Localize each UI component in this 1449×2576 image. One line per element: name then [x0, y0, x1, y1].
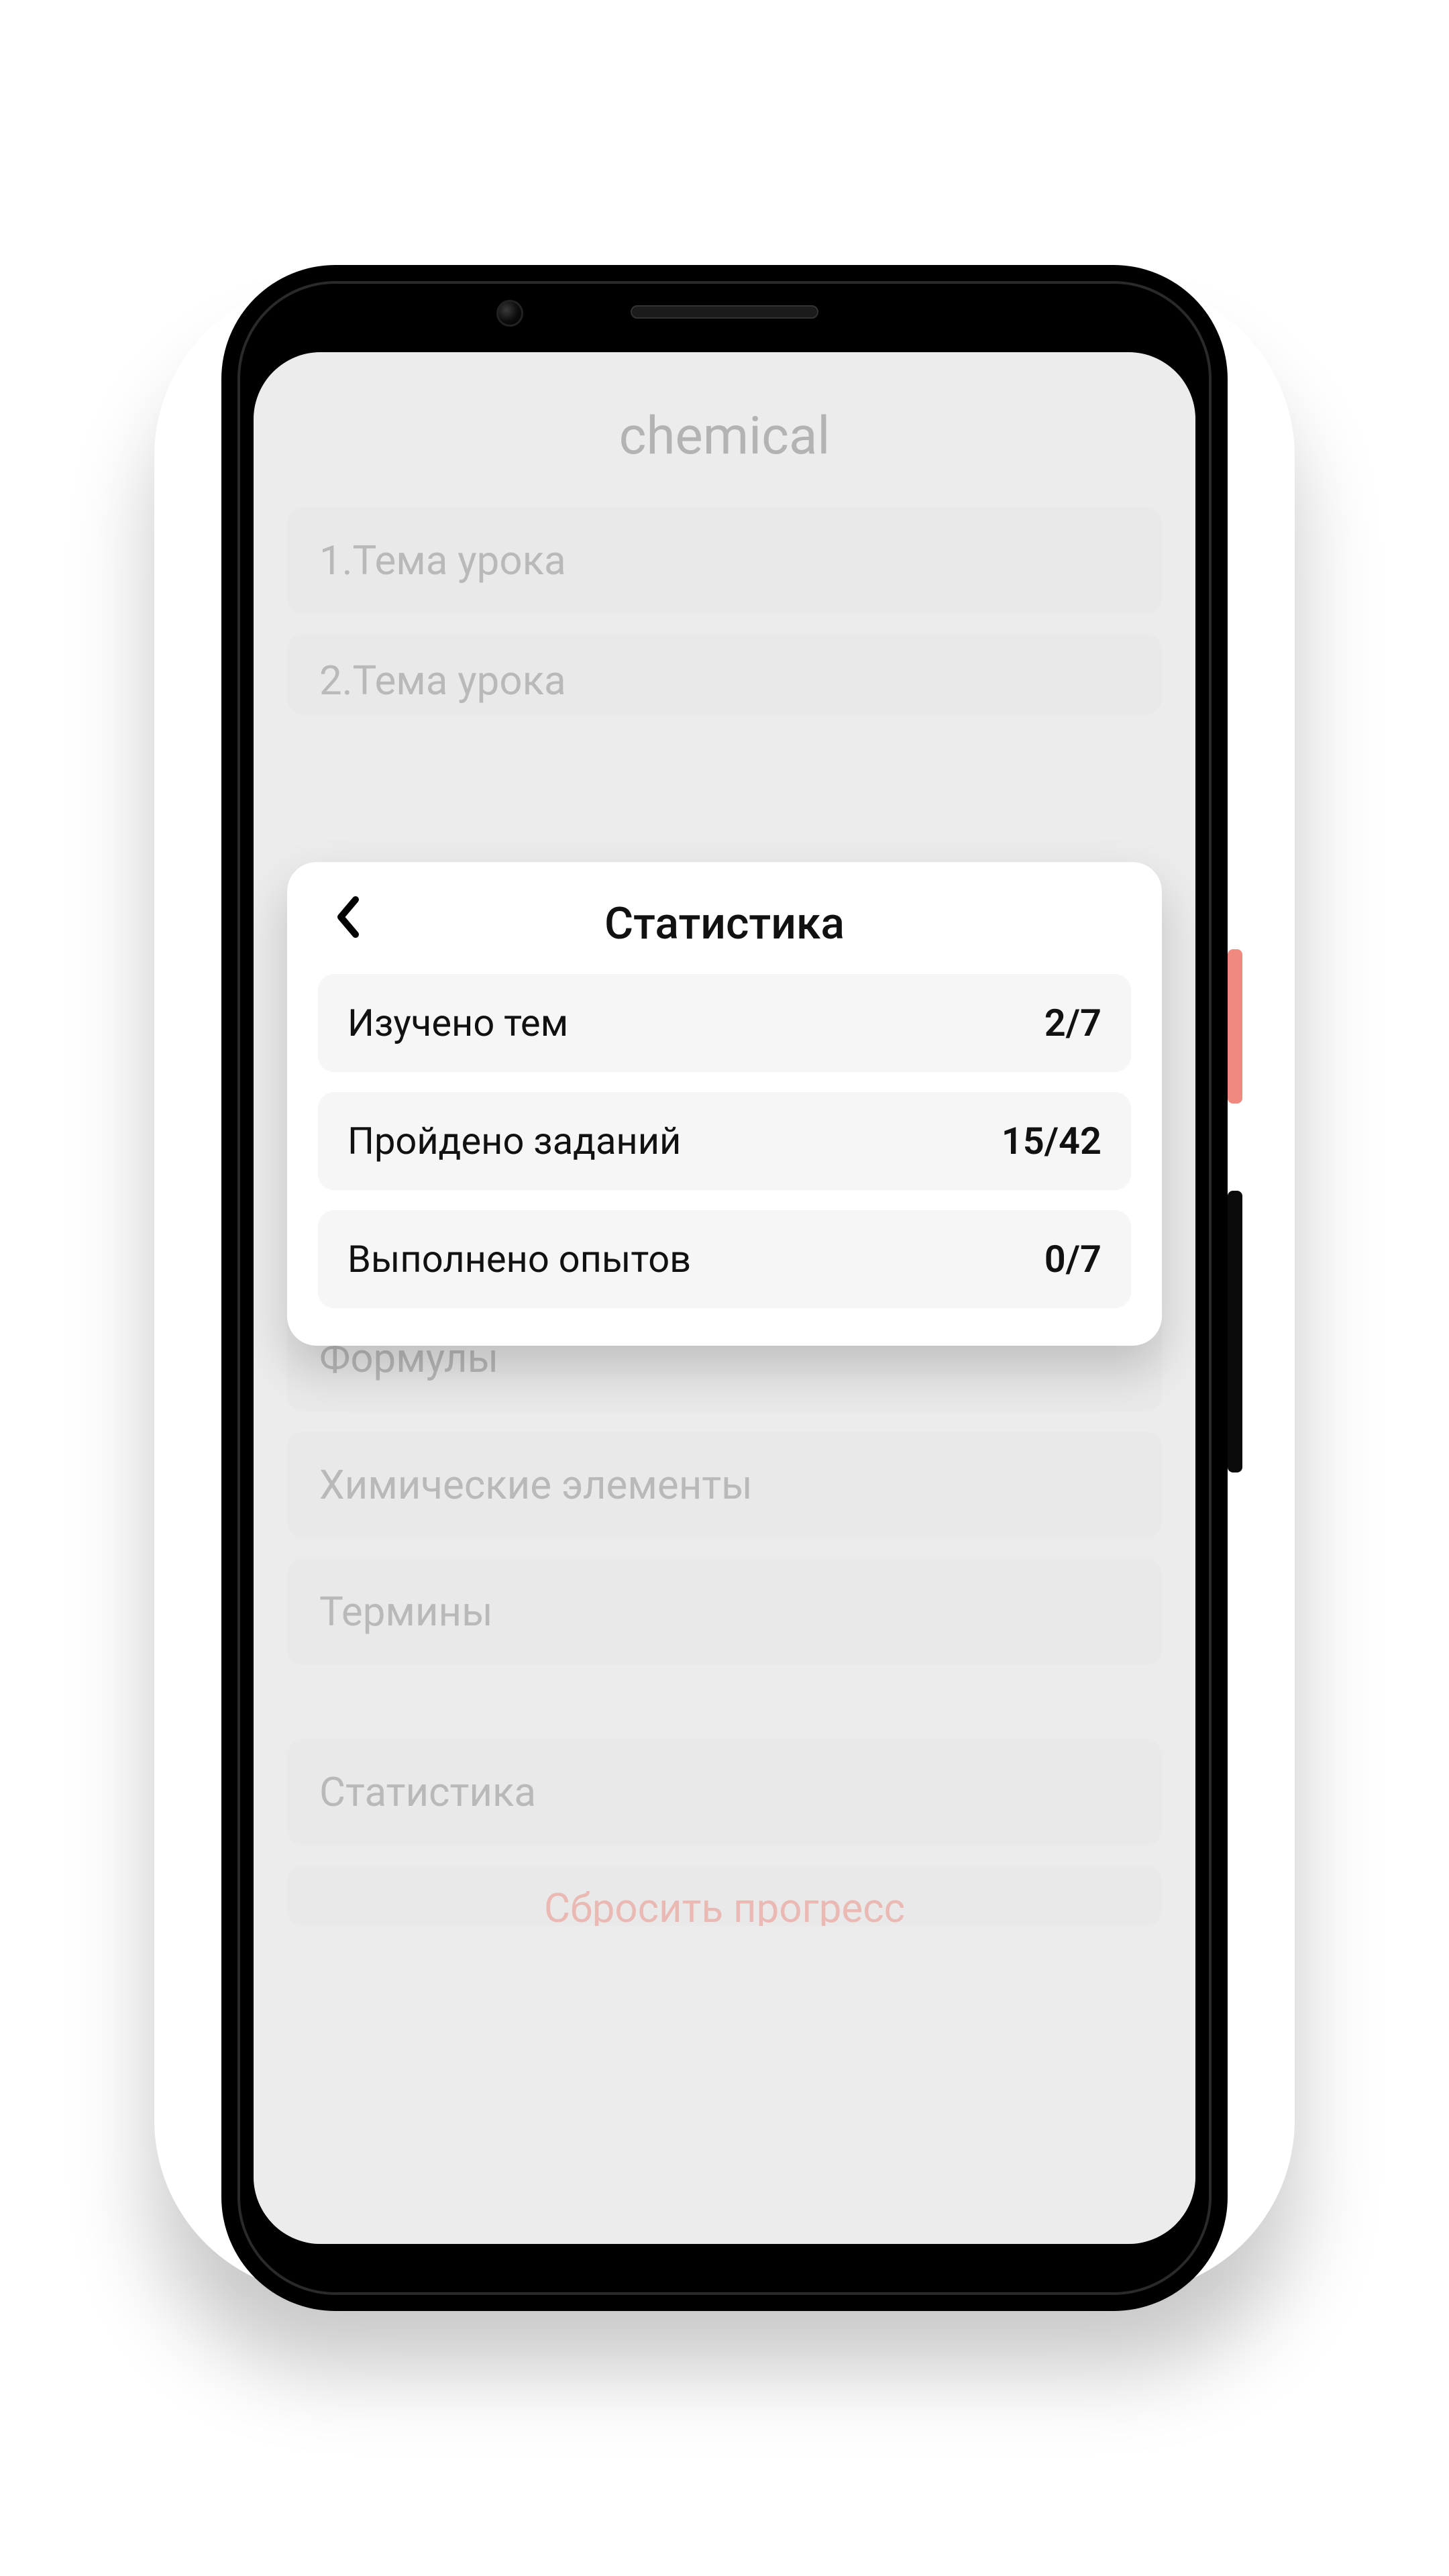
reference-item-elements[interactable]: Химические элементы: [287, 1432, 1162, 1538]
reference-item-terms[interactable]: Термины: [287, 1558, 1162, 1665]
stat-list: Изучено тем 2/7 Пройдено заданий 15/42 В…: [318, 974, 1131, 1308]
stat-label: Изучено тем: [347, 1001, 568, 1045]
device-speaker: [631, 305, 818, 319]
canvas: chemical 1.Тема урока 2.Тема урока Форму…: [0, 0, 1449, 2576]
statistics-modal: Статистика Изучено тем 2/7 Пройдено зада…: [287, 862, 1162, 1346]
stat-label: Выполнено опытов: [347, 1237, 691, 1281]
modal-title: Статистика: [318, 898, 1131, 950]
modal-header: Статистика: [318, 892, 1131, 974]
device-frame: chemical 1.Тема урока 2.Тема урока Форму…: [221, 265, 1228, 2311]
chevron-left-icon: [334, 896, 361, 938]
lesson-list: 1.Тема урока 2.Тема урока: [254, 507, 1195, 714]
lesson-item[interactable]: 2.Тема урока: [287, 634, 1162, 714]
footer-list: Статистика Сбросить прогресс: [254, 1739, 1195, 1926]
device-volume-button: [1228, 1191, 1242, 1472]
statistics-button[interactable]: Статистика: [287, 1739, 1162, 1845]
reference-list: Формулы Химические элементы Термины: [254, 1305, 1195, 1665]
stat-value: 0/7: [1044, 1237, 1102, 1281]
stat-value: 2/7: [1044, 1001, 1102, 1045]
stat-row-tasks: Пройдено заданий 15/42: [318, 1092, 1131, 1190]
modal-back-button[interactable]: [321, 890, 374, 944]
app-title: chemical: [254, 352, 1195, 507]
stat-row-experiments: Выполнено опытов 0/7: [318, 1210, 1131, 1308]
device-power-button: [1228, 949, 1242, 1104]
device-front-camera: [496, 300, 523, 327]
stat-row-topics: Изучено тем 2/7: [318, 974, 1131, 1072]
stat-label: Пройдено заданий: [347, 1119, 681, 1163]
screen: chemical 1.Тема урока 2.Тема урока Форму…: [254, 352, 1195, 2244]
lesson-item[interactable]: 1.Тема урока: [287, 507, 1162, 614]
stat-value: 15/42: [1002, 1119, 1102, 1163]
reset-progress-button[interactable]: Сбросить прогресс: [287, 1866, 1162, 1926]
